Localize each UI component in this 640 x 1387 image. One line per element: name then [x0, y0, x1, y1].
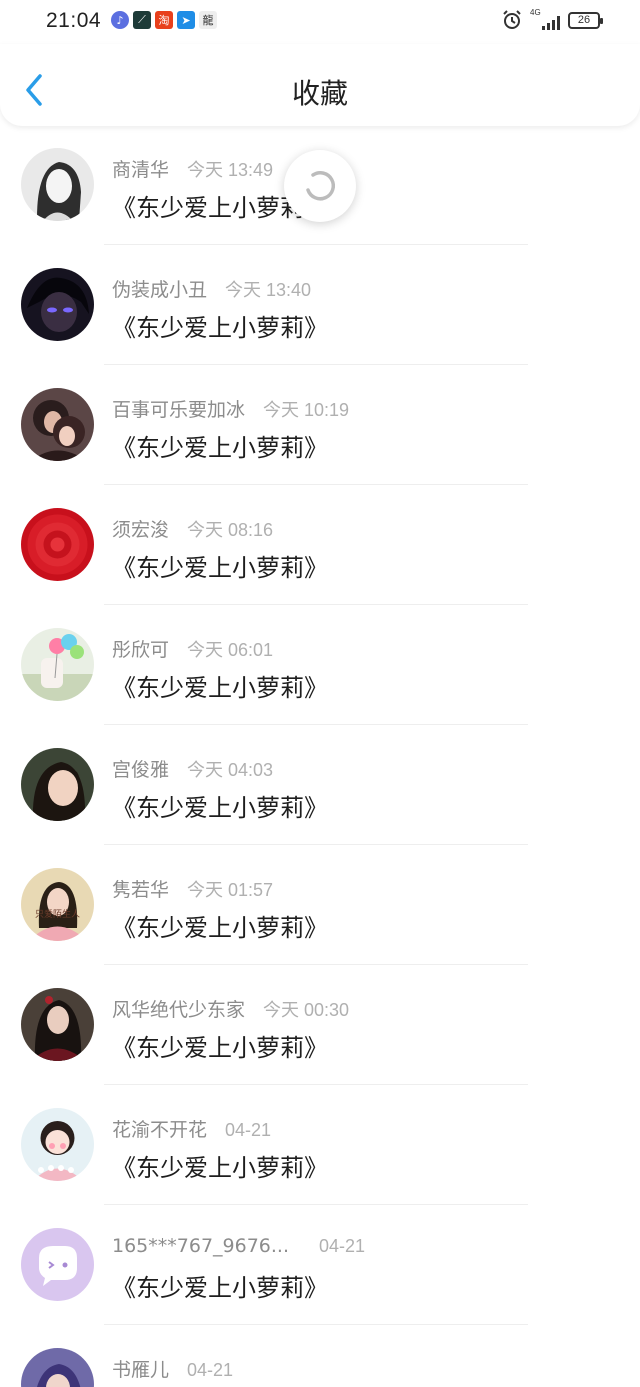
timestamp: 今天 01:57	[187, 880, 274, 900]
alarm-icon	[503, 10, 521, 29]
timestamp: 今天 10:19	[263, 400, 350, 420]
taobao-icon: 淘	[155, 11, 173, 29]
divider	[104, 1324, 528, 1325]
avatar[interactable]: 只爱陌生人	[21, 868, 94, 941]
timestamp: 今天 08:16	[187, 520, 274, 540]
avatar[interactable]	[21, 628, 94, 701]
avatar[interactable]	[21, 268, 94, 341]
system-status: 4G 26	[502, 8, 603, 30]
divider	[104, 604, 528, 605]
list-item[interactable]: 165***767_9676... 04-21 《东少爱上小萝莉》	[0, 1208, 640, 1328]
list-item[interactable]: 只爱陌生人 隽若华 今天 01:57 《东少爱上小萝莉》	[0, 848, 640, 968]
timestamp: 今天 13:40	[225, 280, 312, 300]
itunes-icon: ♪	[111, 11, 129, 29]
timestamp: 04-21	[319, 1236, 366, 1256]
book-title: 《东少爱上小萝莉》	[112, 1154, 328, 1182]
list-item[interactable]: 花渝不开花 04-21 《东少爱上小萝莉》	[0, 1088, 640, 1208]
divider	[104, 1084, 528, 1085]
user-name: 花渝不开花	[112, 1119, 208, 1141]
book-title: 《东少爱上小萝莉》	[112, 1274, 328, 1302]
divider	[104, 484, 528, 485]
timestamp: 今天 04:03	[187, 760, 274, 780]
user-name: 伪装成小丑	[112, 279, 208, 301]
list-item[interactable]: 书雁儿 04-21	[0, 1328, 640, 1387]
timestamp: 今天 13:49	[187, 160, 274, 180]
battery-level: 26	[577, 14, 591, 26]
divider	[104, 364, 528, 365]
avatar[interactable]	[21, 1108, 94, 1181]
timestamp: 04-21	[187, 1360, 234, 1380]
status-time: 21:04	[46, 9, 102, 32]
avatar-caption: 只爱陌生人	[35, 908, 80, 920]
page-title: 收藏	[291, 77, 348, 110]
notification-icons: ♪ ⟋ 淘 ➤ 龍	[111, 11, 217, 29]
favorites-list: 商清华 今天 13:49 《东少爱上小萝莉》 伪装成小丑 今天 13:40 《东…	[0, 128, 640, 1387]
list-item[interactable]: 彤欣可 今天 06:01 《东少爱上小萝莉》	[0, 608, 640, 728]
list-item[interactable]: 百事可乐要加冰 今天 10:19 《东少爱上小萝莉》	[0, 368, 640, 488]
user-name: 书雁儿	[112, 1359, 170, 1381]
network-type: 4G	[530, 8, 541, 17]
bird-app-icon: ➤	[177, 11, 195, 29]
book-title: 《东少爱上小萝莉》	[112, 914, 328, 942]
book-title: 《东少爱上小萝莉》	[112, 314, 328, 342]
avatar[interactable]	[21, 988, 94, 1061]
avatar[interactable]	[21, 388, 94, 461]
app-header: 收藏	[0, 44, 640, 126]
list-item[interactable]: 伪装成小丑 今天 13:40 《东少爱上小萝莉》	[0, 248, 640, 368]
dragon-app-icon: 龍	[199, 11, 217, 29]
signal-icon: 4G	[530, 8, 560, 30]
timestamp: 今天 00:30	[263, 1000, 350, 1020]
divider	[104, 964, 528, 965]
avatar[interactable]	[21, 1228, 94, 1301]
book-title: 《东少爱上小萝莉》	[112, 554, 328, 582]
refresh-icon	[306, 171, 335, 201]
divider	[104, 724, 528, 725]
list-item[interactable]: 风华绝代少东家 今天 00:30 《东少爱上小萝莉》	[0, 968, 640, 1088]
divider	[104, 844, 528, 845]
divider	[104, 244, 528, 245]
book-title: 《东少爱上小萝莉》	[112, 1034, 328, 1062]
status-bar: 21:04 ♪ ⟋ 淘 ➤ 龍 4G 26	[0, 0, 640, 44]
list-item[interactable]: 须宏浚 今天 08:16 《东少爱上小萝莉》	[0, 488, 640, 608]
avatar[interactable]	[21, 748, 94, 821]
book-title: 《东少爱上小萝莉》	[112, 794, 328, 822]
timestamp: 04-21	[225, 1120, 272, 1140]
avatar[interactable]	[21, 148, 94, 221]
sleep-app-icon: ⟋	[133, 11, 151, 29]
divider	[104, 1204, 528, 1205]
timestamp: 今天 06:01	[187, 640, 274, 660]
refresh-spinner	[284, 150, 356, 222]
user-name: 彤欣可	[112, 639, 170, 661]
user-name: 隽若华	[112, 879, 170, 901]
book-title: 《东少爱上小萝莉》	[112, 434, 328, 462]
avatar[interactable]	[21, 1348, 94, 1387]
user-name: 风华绝代少东家	[112, 999, 246, 1021]
book-title: 《东少爱上小萝莉》	[112, 674, 328, 702]
list-item[interactable]: 宫俊雅 今天 04:03 《东少爱上小萝莉》	[0, 728, 640, 848]
avatar[interactable]	[21, 508, 94, 581]
user-name: 商清华	[112, 159, 170, 181]
battery-icon: 26	[568, 11, 603, 29]
user-name: 165***767_9676...	[112, 1235, 290, 1257]
user-name: 宫俊雅	[112, 759, 170, 781]
user-name: 须宏浚	[112, 519, 170, 541]
user-name: 百事可乐要加冰	[112, 399, 246, 421]
